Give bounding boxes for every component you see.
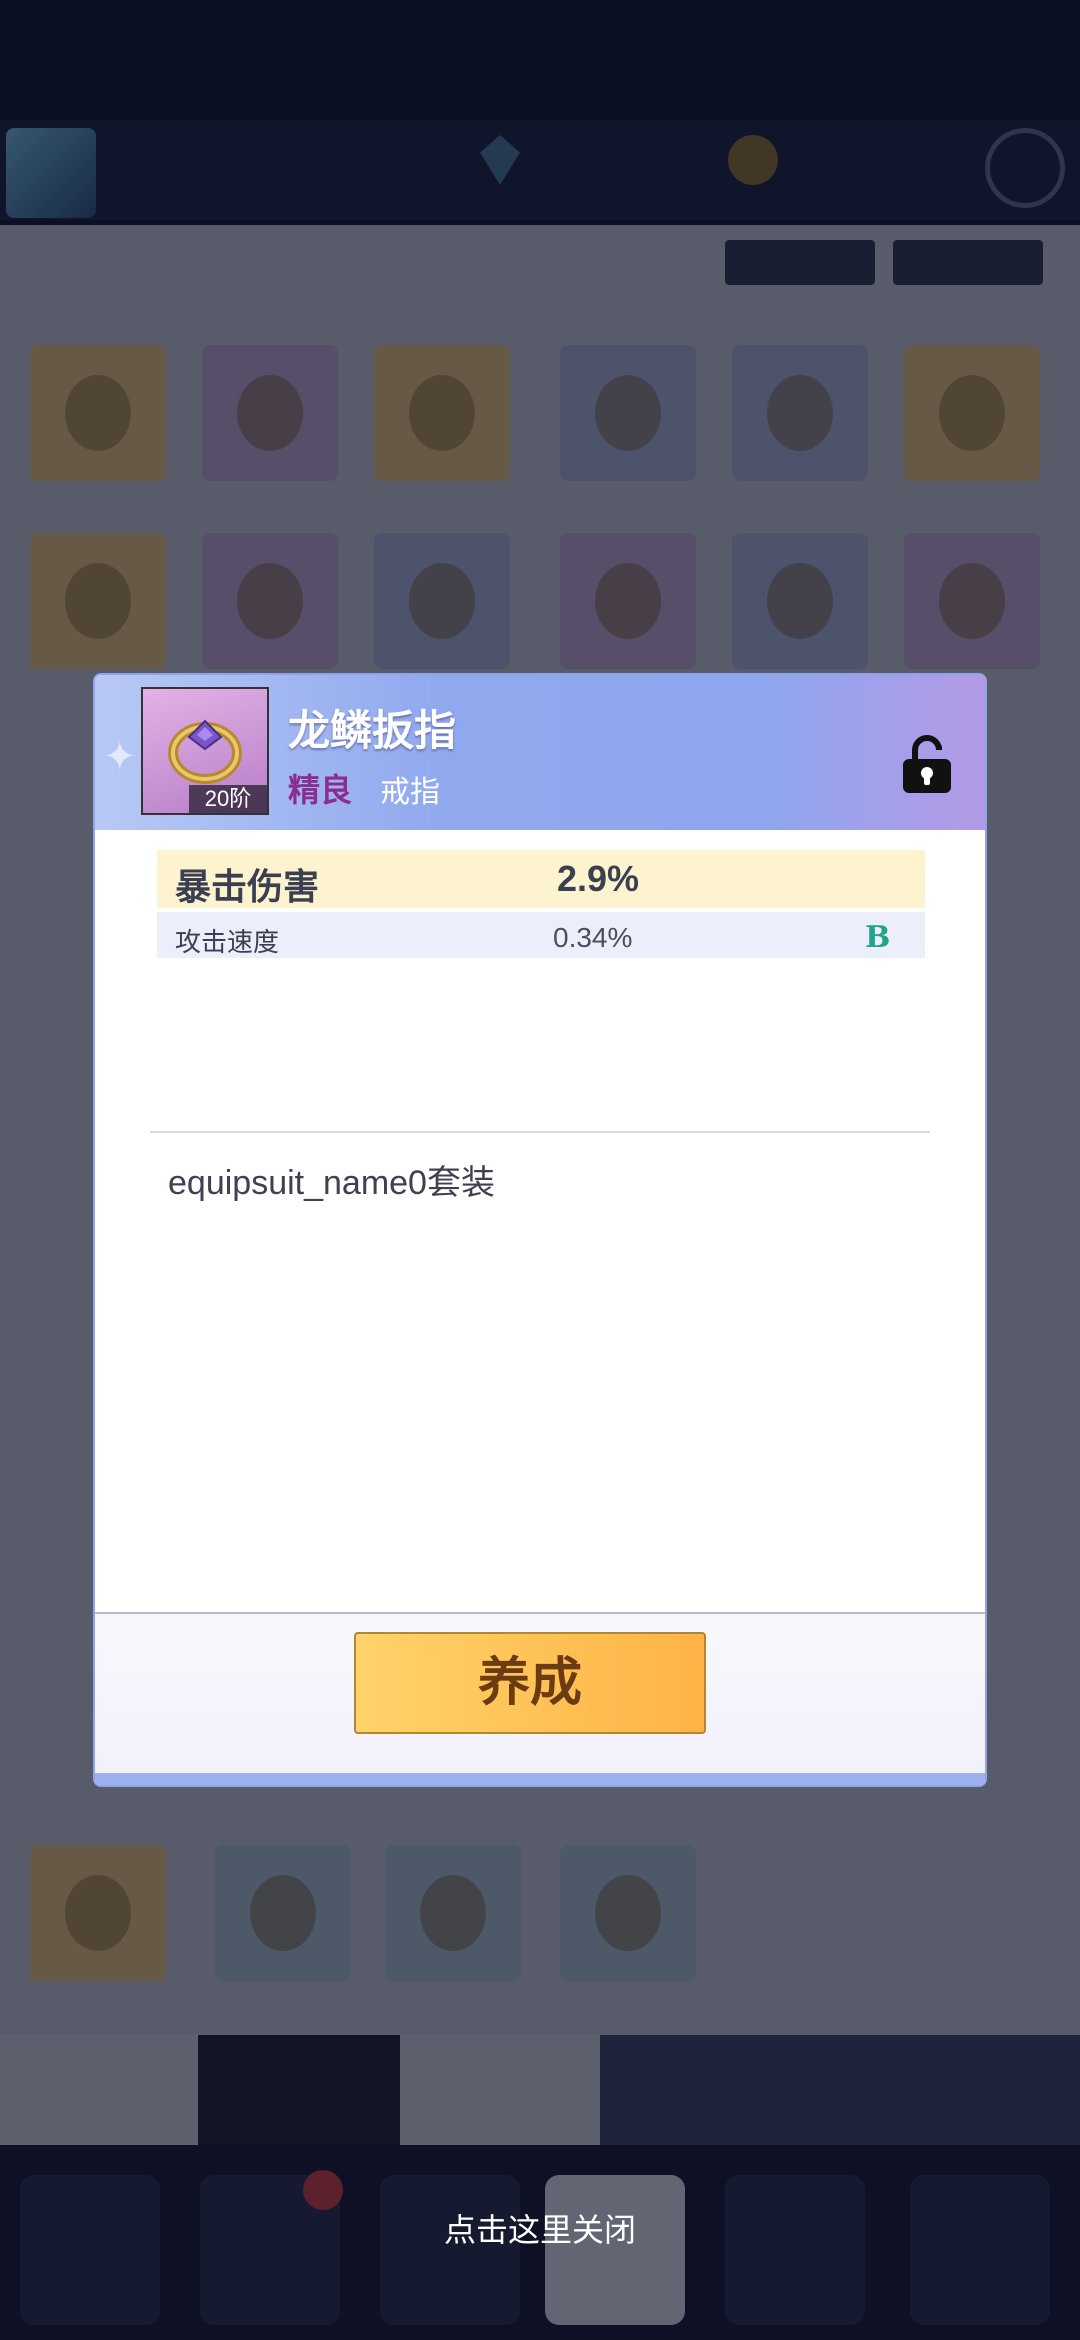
- main-stat-label: 暴击伤害: [175, 866, 320, 907]
- dialog-header: ✦ 20阶 龙鳞扳指 精良 戒指: [95, 675, 985, 830]
- sub-stat-row: 攻击速度 0.34% B: [157, 912, 925, 958]
- sub-stat-grade: B: [865, 920, 891, 955]
- tier-label: 20阶: [189, 785, 267, 813]
- sub-stat-label: 攻击速度: [175, 927, 280, 957]
- item-quality: 精良: [288, 772, 353, 808]
- item-type: 戒指: [380, 776, 440, 809]
- item-name: 龙鳞扳指: [288, 707, 457, 754]
- divider: [150, 1131, 930, 1133]
- cultivate-button[interactable]: 养成: [354, 1632, 706, 1734]
- unlocked-padlock-icon[interactable]: [901, 735, 953, 795]
- main-stat-value: 2.9%: [557, 858, 640, 899]
- sub-stat-value: 0.34%: [553, 922, 633, 953]
- close-hint[interactable]: 点击这里关闭: [0, 2205, 1080, 2251]
- dialog-footer: 养成: [95, 1612, 985, 1785]
- ring-icon: [168, 719, 242, 784]
- suit-name: equipsuit_name0套装: [168, 1164, 495, 1202]
- stats-list: 暴击伤害 2.9% 攻击速度 0.34% B: [157, 850, 925, 958]
- item-detail-dialog: ✦ 20阶 龙鳞扳指 精良 戒指 暴击伤害 2.9% 攻击速度 0.34% B …: [95, 675, 985, 1785]
- main-stat-row: 暴击伤害 2.9%: [157, 850, 925, 908]
- item-thumbnail: 20阶: [141, 687, 269, 815]
